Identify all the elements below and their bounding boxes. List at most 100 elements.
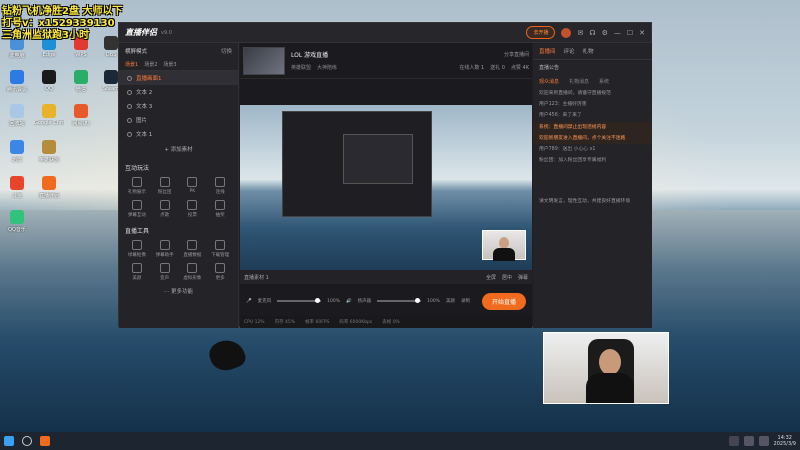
- desktop-icon[interactable]: 微信: [66, 70, 96, 93]
- source-item[interactable]: 图片: [119, 113, 238, 127]
- preview-webcam[interactable]: [482, 230, 526, 261]
- orientation-selector[interactable]: 横屏模式: [125, 47, 147, 55]
- volume-icon[interactable]: [758, 436, 769, 446]
- tray-chevron-icon[interactable]: [728, 436, 739, 446]
- live-tool-button[interactable]: 直播数据: [179, 239, 207, 258]
- center-toggle[interactable]: 居中: [502, 274, 512, 281]
- chat-message: 用户456：来了来了: [539, 113, 582, 119]
- search-icon[interactable]: [22, 436, 32, 446]
- live-tool-button[interactable]: 虚拟形象: [179, 262, 207, 281]
- taskbar-clock[interactable]: 14:32 2025/3/9: [774, 435, 796, 447]
- message-filter-tab[interactable]: 礼物消息: [569, 78, 589, 85]
- visibility-toggle-icon[interactable]: [127, 103, 132, 109]
- desktop-icon[interactable]: Google Chrome: [34, 104, 64, 126]
- status-metric: 内存 45%: [274, 320, 296, 325]
- interaction-tool-button[interactable]: 投票: [179, 199, 207, 218]
- share-room-link[interactable]: 分享直播间: [459, 51, 529, 58]
- chat-footer-notice: 请文明发言，理性互动，共建良好直播环境: [539, 199, 631, 205]
- room-cover-thumbnail[interactable]: [243, 46, 285, 75]
- desktop-icon[interactable]: QQ音乐: [2, 210, 32, 233]
- interaction-tool-button[interactable]: 礼物展示: [123, 176, 151, 195]
- room-title[interactable]: LOL 游戏直播: [291, 50, 337, 59]
- tool-label: 弹幕互动: [127, 213, 146, 218]
- interaction-tool-button[interactable]: 粉丝团: [151, 176, 179, 195]
- live-tool-button[interactable]: 绿幕抠像: [123, 239, 151, 258]
- scene-tab[interactable]: 场景2: [144, 61, 157, 68]
- add-source-button[interactable]: + 添加素材: [119, 141, 238, 157]
- live-tool-button[interactable]: 弹幕助手: [151, 239, 179, 258]
- start-live-button[interactable]: 开始直播: [481, 292, 526, 310]
- desktop-icon[interactable]: 英雄联盟: [34, 140, 64, 163]
- interaction-tool-button[interactable]: PK: [179, 176, 207, 195]
- record-button[interactable]: 录制: [461, 298, 470, 304]
- speaker-volume-slider[interactable]: [377, 298, 422, 303]
- visibility-toggle-icon[interactable]: [127, 89, 132, 95]
- live-tool-button[interactable]: 变声: [151, 262, 179, 281]
- desktop-icon[interactable]: 回收站: [2, 104, 32, 127]
- tool-icon: [159, 200, 170, 210]
- room-category[interactable]: 英雄联盟: [291, 64, 311, 71]
- headset-icon[interactable]: ☊: [589, 29, 595, 37]
- speaker-icon[interactable]: 🔊: [346, 299, 352, 304]
- live-companion-taskbar-icon[interactable]: [40, 436, 50, 446]
- live-tool-button[interactable]: 下载管理: [206, 239, 234, 258]
- tool-icon: [215, 263, 226, 273]
- mail-icon[interactable]: ✉: [577, 29, 583, 37]
- visibility-toggle-icon[interactable]: [127, 131, 132, 137]
- desktop-icon[interactable]: 腾讯会议: [2, 70, 32, 93]
- live-tool-button[interactable]: 更多: [206, 262, 234, 281]
- tool-label: 美颜: [132, 276, 142, 281]
- interaction-tool-button[interactable]: 连线: [206, 176, 234, 195]
- go-live-pill-button[interactable]: 去开播: [526, 26, 556, 39]
- mic-volume-slider[interactable]: [277, 298, 322, 303]
- desktop-icon[interactable]: 斗鱼: [2, 176, 32, 199]
- desktop-icon-label: 此电脑: [9, 53, 25, 59]
- room-header: LOL 游戏直播 英雄联盟 大神陪练 分享直播间 在线人数 1 送礼 0 点赞 …: [240, 43, 532, 79]
- settings-icon[interactable]: ⚙: [602, 29, 608, 37]
- source-item[interactable]: 文本 1: [119, 127, 238, 141]
- right-panel-tab[interactable]: 评论: [564, 47, 575, 55]
- network-icon[interactable]: [743, 436, 754, 446]
- tool-icon: [215, 177, 226, 187]
- user-avatar[interactable]: [561, 27, 572, 38]
- interaction-tool-button[interactable]: 点歌: [151, 199, 179, 218]
- message-filter-tab[interactable]: 系统: [599, 78, 609, 85]
- live-preview[interactable]: [240, 105, 532, 270]
- right-panel-tab[interactable]: 直播间: [539, 47, 556, 55]
- more-tools-link[interactable]: ··· 更多功能: [119, 283, 238, 299]
- live-tools-section-title: 直播工具: [125, 228, 150, 235]
- close-icon[interactable]: ✕: [639, 29, 645, 37]
- right-panel: 直播间 评论 礼物 直播公告 观众消息 礼物消息 系统 欢迎来到直播间，请遵守直播规范用…: [533, 43, 652, 328]
- source-item[interactable]: 直播画面1: [119, 71, 238, 85]
- maximize-icon[interactable]: ☐: [627, 29, 633, 37]
- live-tool-button[interactable]: 美颜: [123, 262, 151, 281]
- minimize-icon[interactable]: —: [614, 29, 621, 37]
- room-tag[interactable]: 大神陪练: [317, 64, 337, 71]
- mic-icon[interactable]: 🎤: [246, 299, 252, 304]
- source-item[interactable]: 文本 3: [119, 99, 238, 113]
- interaction-tool-button[interactable]: 抽奖: [206, 199, 234, 218]
- right-panel-tab[interactable]: 礼物: [583, 47, 594, 55]
- current-source-label[interactable]: 直播素材 1: [244, 274, 269, 281]
- scene-tab[interactable]: 场景3: [163, 61, 176, 68]
- message-filter-tab[interactable]: 观众消息: [539, 78, 559, 85]
- desktop-icon[interactable]: 迅雷: [2, 140, 32, 163]
- source-item[interactable]: 文本 2: [119, 85, 238, 99]
- danmaku-toggle[interactable]: 弹幕: [518, 274, 528, 281]
- gift-count: 送礼 0: [490, 64, 505, 71]
- app-shortcut-icon: [42, 104, 56, 118]
- visibility-toggle-icon[interactable]: [127, 75, 132, 81]
- windows-start-icon[interactable]: [4, 436, 14, 446]
- switch-mode-link[interactable]: 切换: [221, 47, 232, 55]
- desktop-icon[interactable]: QQ: [34, 70, 64, 92]
- beauty-button[interactable]: 美颜: [446, 298, 455, 304]
- tool-icon: [187, 263, 198, 273]
- fullscreen-toggle[interactable]: 全屏: [486, 274, 496, 281]
- mic-volume-value: 100%: [327, 298, 340, 304]
- desktop-icon[interactable]: 网易UU: [66, 104, 96, 127]
- scene-tab[interactable]: 场景1: [125, 61, 138, 68]
- desktop-icon[interactable]: 直播伴侣: [34, 176, 64, 199]
- source-label: 直播画面1: [136, 76, 162, 82]
- visibility-toggle-icon[interactable]: [127, 117, 132, 123]
- interaction-tool-button[interactable]: 弹幕互动: [123, 199, 151, 218]
